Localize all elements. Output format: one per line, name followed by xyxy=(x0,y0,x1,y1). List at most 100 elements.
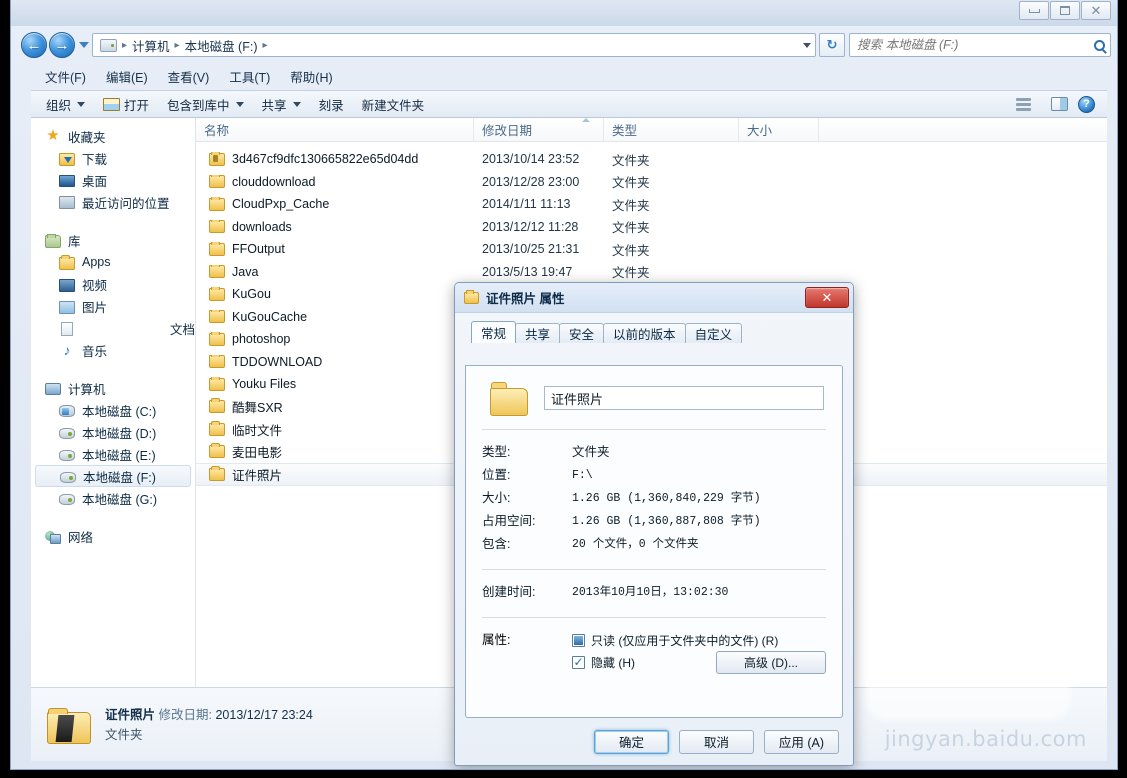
search-box[interactable] xyxy=(849,33,1111,57)
general-tab-panel: 证件照片 类型: 文件夹 位置: F:\ 大小: 1.26 GB (1,360,… xyxy=(465,365,843,718)
open-button[interactable]: 打开 xyxy=(94,92,158,117)
system-drive-icon xyxy=(59,405,75,417)
readonly-checkbox-row[interactable]: 只读 (仅应用于文件夹中的文件) (R) xyxy=(572,629,826,651)
tab-previous-versions[interactable]: 以前的版本 xyxy=(603,323,686,343)
menu-help[interactable]: 帮助(H) xyxy=(280,65,342,88)
sidebar-item-downloads[interactable]: 下载 xyxy=(31,147,195,169)
readonly-checkbox[interactable] xyxy=(572,634,585,647)
file-date-cell: 2014/1/11 11:13 xyxy=(474,197,604,211)
breadcrumb[interactable]: ▸ 计算机 ▸ 本地磁盘 (F:) ▸ xyxy=(92,33,816,57)
include-in-library-button[interactable]: 包含到库中 xyxy=(158,92,253,117)
folder-icon xyxy=(209,423,225,436)
dialog-close-button[interactable]: ✕ xyxy=(805,287,849,308)
search-input[interactable] xyxy=(855,37,1094,53)
table-row[interactable]: clouddownload2013/12/28 23:00文件夹 xyxy=(196,171,1107,194)
table-row[interactable]: 3d467cf9dfc130665822e65d04dd2013/10/14 2… xyxy=(196,148,1107,171)
breadcrumb-item-drive[interactable]: 本地磁盘 (F:) xyxy=(183,36,260,55)
refresh-button[interactable]: ↻ xyxy=(819,33,845,57)
recent-places-icon xyxy=(59,196,75,209)
command-bar: 组织 打开 包含到库中 共享 刻录 新建文件夹 ? xyxy=(31,90,1107,118)
sidebar-label: 计算机 xyxy=(68,379,106,398)
menu-tools[interactable]: 工具(T) xyxy=(219,65,280,88)
tab-customize[interactable]: 自定义 xyxy=(685,323,743,343)
forward-button[interactable]: → xyxy=(49,32,75,58)
menu-file[interactable]: 文件(F) xyxy=(35,65,96,88)
maximize-button[interactable] xyxy=(1050,1,1080,20)
advanced-button[interactable]: 高级 (D)... xyxy=(716,651,826,674)
share-button[interactable]: 共享 xyxy=(253,92,310,117)
menu-view[interactable]: 查看(V) xyxy=(158,65,220,88)
sidebar-item-recent-places[interactable]: 最近访问的位置 xyxy=(31,191,195,213)
forward-arrow-icon: → xyxy=(55,38,70,53)
sidebar-group-libraries[interactable]: 库 xyxy=(31,229,195,251)
file-name-label: Youku Files xyxy=(232,377,296,391)
ok-button[interactable]: 确定 xyxy=(594,730,669,754)
back-button[interactable]: ← xyxy=(21,32,47,58)
explorer-window: ✕ ← → ▸ 计算机 ▸ 本地磁盘 (F:) ▸ ↻ 文件(F) 编辑(E) … xyxy=(10,0,1118,770)
column-header-name[interactable]: 名称 xyxy=(196,118,474,141)
property-type: 类型: 文件夹 xyxy=(482,441,826,464)
sidebar-item-desktop[interactable]: 桌面 xyxy=(31,169,195,191)
table-row[interactable]: FFOutput2013/10/25 21:31文件夹 xyxy=(196,238,1107,261)
property-contains: 包含: 20 个文件，0 个文件夹 xyxy=(482,533,826,556)
sidebar-label: 网络 xyxy=(68,527,93,546)
sidebar-item-music[interactable]: ♪ 音乐 xyxy=(31,339,195,361)
new-folder-button[interactable]: 新建文件夹 xyxy=(353,92,434,117)
sidebar-spacer xyxy=(31,361,195,377)
table-row[interactable]: CloudPxp_Cache2014/1/11 11:13文件夹 xyxy=(196,193,1107,216)
folder-icon xyxy=(209,175,225,188)
dialog-body: 常规 共享 安全 以前的版本 自定义 证件照片 类型: 文件夹 xyxy=(455,313,853,765)
sidebar-item-drive-f[interactable]: 本地磁盘 (F:) xyxy=(35,465,191,487)
table-row[interactable]: downloads2013/12/12 11:28文件夹 xyxy=(196,216,1107,239)
sidebar-group-favorites[interactable]: ★ 收藏夹 xyxy=(31,125,195,147)
cancel-button[interactable]: 取消 xyxy=(679,730,754,754)
divider xyxy=(482,569,826,570)
folder-name-input[interactable]: 证件照片 xyxy=(544,386,824,410)
breadcrumb-separator: ▸ xyxy=(260,40,271,51)
column-header-size[interactable]: 大小 xyxy=(739,118,819,141)
apply-button[interactable]: 应用 (A) xyxy=(764,730,839,754)
command-bar-right: ? xyxy=(1016,96,1101,113)
file-name-cell: Youku Files xyxy=(196,377,474,391)
sidebar-group-network[interactable]: 网络 xyxy=(31,525,195,547)
sidebar-item-drive-e[interactable]: 本地磁盘 (E:) xyxy=(31,443,195,465)
chevron-down-icon xyxy=(236,102,244,107)
file-name-cell: Java xyxy=(196,265,474,279)
sidebar-item-pictures[interactable]: 图片 xyxy=(31,295,195,317)
hidden-checkbox-row[interactable]: 隐藏 (H) 高级 (D)... xyxy=(572,651,826,673)
sidebar-item-documents[interactable]: 文档 xyxy=(31,317,195,339)
sidebar-group-computer[interactable]: 计算机 xyxy=(31,377,195,399)
menu-edit[interactable]: 编辑(E) xyxy=(96,65,158,88)
sidebar-item-videos[interactable]: 视频 xyxy=(31,273,195,295)
sidebar-label: 图片 xyxy=(82,297,107,316)
tab-security[interactable]: 安全 xyxy=(559,323,604,343)
change-view-icon[interactable] xyxy=(1016,98,1031,111)
folder-icon xyxy=(209,265,225,278)
burn-button[interactable]: 刻录 xyxy=(310,92,353,117)
breadcrumb-dropdown-icon[interactable] xyxy=(803,43,811,48)
tab-sharing[interactable]: 共享 xyxy=(515,323,560,343)
recent-pages-dropdown-icon[interactable] xyxy=(79,42,89,48)
pictures-library-icon xyxy=(59,301,75,314)
table-row[interactable]: Java2013/5/13 19:47文件夹 xyxy=(196,261,1107,284)
file-name-cell: 麦田电影 xyxy=(196,442,474,461)
tab-general[interactable]: 常规 xyxy=(471,321,516,343)
sidebar-label: 最近访问的位置 xyxy=(82,193,170,212)
sidebar-item-apps[interactable]: Apps xyxy=(31,251,195,273)
help-icon[interactable]: ? xyxy=(1078,96,1095,113)
organize-button[interactable]: 组织 xyxy=(37,92,94,117)
minimize-button[interactable] xyxy=(1019,1,1049,20)
file-name-label: 证件照片 xyxy=(232,465,282,484)
hidden-checkbox[interactable] xyxy=(572,656,585,669)
sidebar-item-drive-c[interactable]: 本地磁盘 (C:) xyxy=(31,399,195,421)
dialog-title-bar[interactable]: 证件照片 属性 ✕ xyxy=(455,283,853,313)
property-value: F:\ xyxy=(572,464,826,487)
breadcrumb-item-computer[interactable]: 计算机 xyxy=(130,36,172,55)
close-button[interactable]: ✕ xyxy=(1081,1,1111,20)
chevron-down-icon xyxy=(293,102,301,107)
preview-pane-icon[interactable] xyxy=(1051,97,1068,111)
column-header-type[interactable]: 类型 xyxy=(604,118,739,141)
sidebar-item-drive-g[interactable]: 本地磁盘 (G:) xyxy=(31,487,195,509)
sidebar-item-drive-d[interactable]: 本地磁盘 (D:) xyxy=(31,421,195,443)
file-name-label: 酷舞SXR xyxy=(232,397,283,416)
